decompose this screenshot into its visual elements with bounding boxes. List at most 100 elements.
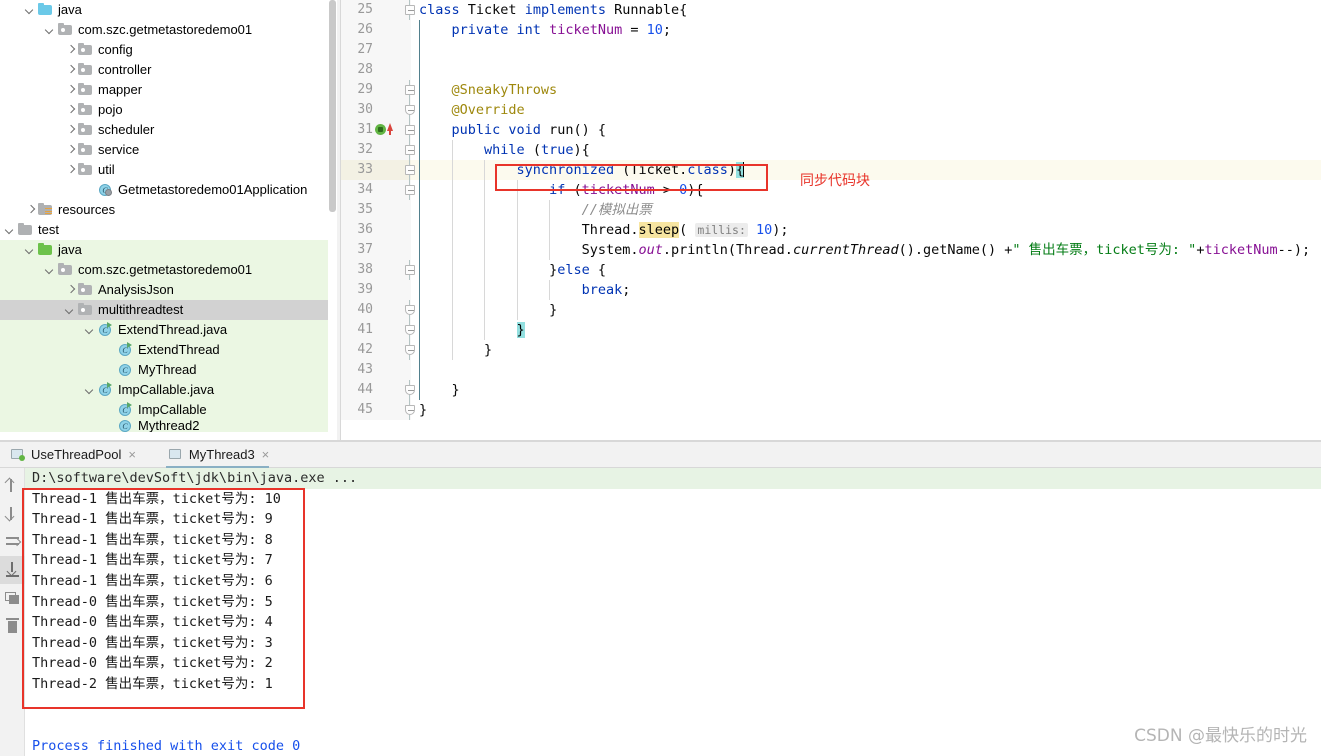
tree-toggle-closed-icon[interactable]	[64, 280, 77, 300]
tree-toggle-closed-icon[interactable]	[64, 160, 77, 180]
code-fold-toggle-icon[interactable]	[405, 5, 415, 15]
tree-toggle-open-icon[interactable]	[84, 320, 97, 340]
code-editor[interactable]: 25 class Ticket implements Runnable{26 pri…	[341, 0, 1321, 440]
code-fold-toggle-icon[interactable]	[405, 185, 415, 195]
clear-all-icon[interactable]	[0, 612, 25, 640]
editor-line-39[interactable]: 39 break;	[341, 280, 1321, 300]
code-fold-toggle-icon[interactable]	[405, 385, 415, 395]
code-fold-toggle-icon[interactable]	[405, 145, 415, 155]
tree-toggle-closed-icon[interactable]	[24, 200, 37, 220]
tree-item-pojo[interactable]: pojo	[0, 100, 337, 120]
console-output[interactable]: D:\software\devSoft\jdk\bin\java.exe ...…	[25, 468, 1321, 756]
code-text: @Override	[452, 100, 525, 120]
tree-item-scheduler[interactable]: scheduler	[0, 120, 337, 140]
soft-wrap-icon[interactable]	[0, 528, 25, 556]
editor-line-45[interactable]: 45}	[341, 400, 1321, 420]
tree-toggle-open-icon[interactable]	[4, 220, 17, 240]
tree-item-java[interactable]: java	[0, 0, 337, 20]
editor-line-35[interactable]: 35 //模拟出票	[341, 200, 1321, 220]
tree-item-impcallable-java[interactable]: C ImpCallable.java	[0, 380, 337, 400]
editor-line-38[interactable]: 38}else {	[341, 260, 1321, 280]
tree-toggle-open-icon[interactable]	[64, 300, 77, 320]
code-text: System.out.println(Thread.currentThread(…	[582, 240, 1311, 260]
editor-line-28[interactable]: 28	[341, 60, 1321, 80]
tree-item-service[interactable]: service	[0, 140, 337, 160]
close-icon[interactable]: ×	[262, 448, 270, 461]
tree-toggle-open-icon[interactable]	[24, 240, 37, 260]
project-tree[interactable]: mainjavacom.szc.getmetastoredemo01config…	[0, 0, 337, 432]
editor-line-26[interactable]: 26 private int ticketNum = 10;	[341, 20, 1321, 40]
tree-item-util[interactable]: util	[0, 160, 337, 180]
code-fold-toggle-icon[interactable]	[405, 265, 415, 275]
code-token: (	[573, 182, 582, 198]
code-fold-toggle-icon[interactable]	[405, 325, 415, 335]
tree-toggle-open-icon[interactable]	[24, 0, 37, 20]
tree-item-extendthread[interactable]: C ExtendThread	[0, 340, 337, 360]
tree-item-mythread[interactable]: C MyThread	[0, 360, 337, 380]
editor-line-29[interactable]: 29 @SneakyThrows	[341, 80, 1321, 100]
editor-line-42[interactable]: 42}	[341, 340, 1321, 360]
tree-item-resources[interactable]: resources	[0, 200, 337, 220]
code-token: >	[662, 182, 680, 198]
scroll-to-end-icon[interactable]	[0, 556, 25, 584]
run-tab-usethreadpool[interactable]: UseThreadPool ×	[0, 442, 144, 468]
tree-item-controller[interactable]: controller	[0, 60, 337, 80]
tree-item-getmetastoredemo01application[interactable]: C Getmetastoredemo01Application	[0, 180, 337, 200]
editor-line-27[interactable]: 27	[341, 40, 1321, 60]
editor-line-43[interactable]: 43	[341, 360, 1321, 380]
project-tree-scrollbar[interactable]	[328, 0, 337, 440]
code-fold-toggle-icon[interactable]	[405, 125, 415, 135]
project-tool-window[interactable]: mainjavacom.szc.getmetastoredemo01config…	[0, 0, 337, 440]
tree-toggle-open-icon[interactable]	[44, 20, 57, 40]
tree-item-config[interactable]: config	[0, 40, 337, 60]
editor-line-25[interactable]: 25 class Ticket implements Runnable{	[341, 0, 1321, 20]
tree-item-test[interactable]: test	[0, 220, 337, 240]
editor-line-30[interactable]: 30 @Override	[341, 100, 1321, 120]
editor-line-32[interactable]: 32 while (true){	[341, 140, 1321, 160]
tree-toggle-closed-icon[interactable]	[64, 40, 77, 60]
tree-toggle-closed-icon[interactable]	[64, 100, 77, 120]
code-fold-toggle-icon[interactable]	[405, 305, 415, 315]
print-icon[interactable]	[0, 584, 25, 612]
tree-toggle-open-icon[interactable]	[44, 260, 57, 280]
editor-line-40[interactable]: 40}	[341, 300, 1321, 320]
editor-line-44[interactable]: 44}	[341, 380, 1321, 400]
tree-item-com-szc-getmetastoredemo01[interactable]: com.szc.getmetastoredemo01	[0, 20, 337, 40]
scroll-up-icon[interactable]	[0, 472, 25, 500]
tree-toggle-open-icon[interactable]	[84, 380, 97, 400]
run-tab-bar[interactable]: UseThreadPool × MyThread3 ×	[0, 442, 1321, 468]
code-fold-toggle-icon[interactable]	[405, 405, 415, 415]
code-fold-toggle-icon[interactable]	[405, 345, 415, 355]
console-toolbar[interactable]	[0, 468, 25, 756]
code-fold-toggle-icon[interactable]	[405, 165, 415, 175]
tree-item-com-szc-getmetastoredemo01[interactable]: com.szc.getmetastoredemo01	[0, 260, 337, 280]
tree-item-extendthread-java[interactable]: C ExtendThread.java	[0, 320, 337, 340]
tree-item-impcallable[interactable]: C ImpCallable	[0, 400, 337, 420]
tree-item-java[interactable]: java	[0, 240, 337, 260]
tree-item-mapper[interactable]: mapper	[0, 80, 337, 100]
override-method-icon[interactable]	[387, 123, 393, 135]
code-fold-toggle-icon[interactable]	[405, 85, 415, 95]
editor-line-41[interactable]: 41}	[341, 320, 1321, 340]
code-fold-toggle-icon[interactable]	[405, 105, 415, 115]
tree-toggle-closed-icon[interactable]	[64, 80, 77, 100]
editor-line-37[interactable]: 37 System.out.println(Thread.currentThrea…	[341, 240, 1321, 260]
tree-item-mythread2[interactable]: C Mythread2	[0, 420, 337, 432]
editor-line-36[interactable]: 36 Thread.sleep( millis: 10);	[341, 220, 1321, 240]
tree-toggle-closed-icon[interactable]	[64, 60, 77, 80]
run-gutter-icon[interactable]	[375, 124, 386, 135]
code-token: int	[516, 22, 550, 38]
tree-item-multithreadtest[interactable]: multithreadtest	[0, 300, 337, 320]
scrollbar-thumb[interactable]	[329, 0, 336, 212]
tree-item-analysisjson[interactable]: AnalysisJson	[0, 280, 337, 300]
console-line: Thread-1 售出车票，ticket号为: 8	[32, 531, 273, 548]
editor-lines[interactable]: 25 class Ticket implements Runnable{26 pri…	[341, 0, 1321, 420]
tree-toggle-closed-icon[interactable]	[64, 140, 77, 160]
run-tab-mythread3[interactable]: MyThread3 ×	[158, 442, 277, 468]
editor-line-31[interactable]: 31 public void run() {	[341, 120, 1321, 140]
code-text: class Ticket implements Runnable{	[419, 0, 687, 20]
indent-guide	[419, 60, 420, 80]
scroll-down-icon[interactable]	[0, 500, 25, 528]
close-icon[interactable]: ×	[128, 448, 136, 461]
tree-toggle-closed-icon[interactable]	[64, 120, 77, 140]
